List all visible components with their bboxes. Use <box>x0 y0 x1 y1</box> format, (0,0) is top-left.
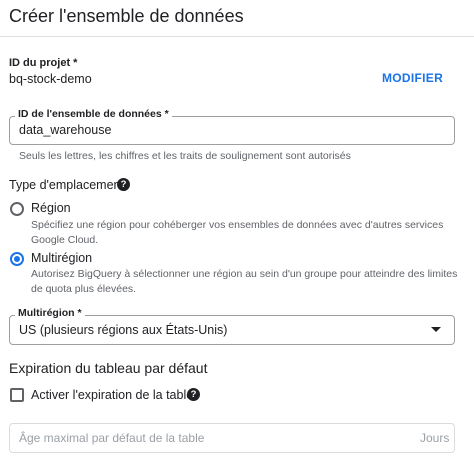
header-divider <box>0 36 474 37</box>
project-id-label: ID du projet * <box>9 57 78 69</box>
region-radio[interactable] <box>10 202 24 216</box>
dataset-id-label: ID de l'ensemble de données * <box>15 108 172 120</box>
dropdown-arrow-icon[interactable] <box>431 327 441 332</box>
max-age-unit: Jours <box>420 431 450 445</box>
expiration-section-title: Expiration du tableau par défaut <box>9 360 208 376</box>
region-description: Spécifiez une région pour cohéberger vos… <box>31 219 444 246</box>
multiregion-description: Autorisez BigQuery à sélectionner une ré… <box>31 268 458 295</box>
max-age-placeholder: Âge maximal par défaut de la table <box>19 431 205 445</box>
dataset-id-value[interactable]: data_warehouse <box>19 123 111 137</box>
dataset-id-hint: Seuls les lettres, les chiffres et les t… <box>19 150 351 162</box>
enable-expiration-label[interactable]: Activer l'expiration de la table <box>31 388 193 402</box>
expiration-help-icon[interactable]: ? <box>187 388 200 401</box>
multiregion-select-value[interactable]: US (plusieurs régions aux États-Unis) <box>19 323 227 337</box>
help-icon[interactable]: ? <box>117 178 130 191</box>
dialog-title: Créer l'ensemble de données <box>9 6 244 26</box>
region-radio-label[interactable]: Région <box>31 201 71 215</box>
enable-expiration-checkbox[interactable] <box>10 388 24 402</box>
location-type-title: Type d'emplacement <box>9 178 124 192</box>
project-id-value: bq-stock-demo <box>9 72 92 86</box>
multiregion-select-label: Multirégion * <box>15 307 85 319</box>
multiregion-radio[interactable] <box>10 252 24 266</box>
multiregion-radio-label[interactable]: Multirégion <box>31 251 92 265</box>
modify-project-button[interactable]: MODIFIER <box>376 67 449 89</box>
